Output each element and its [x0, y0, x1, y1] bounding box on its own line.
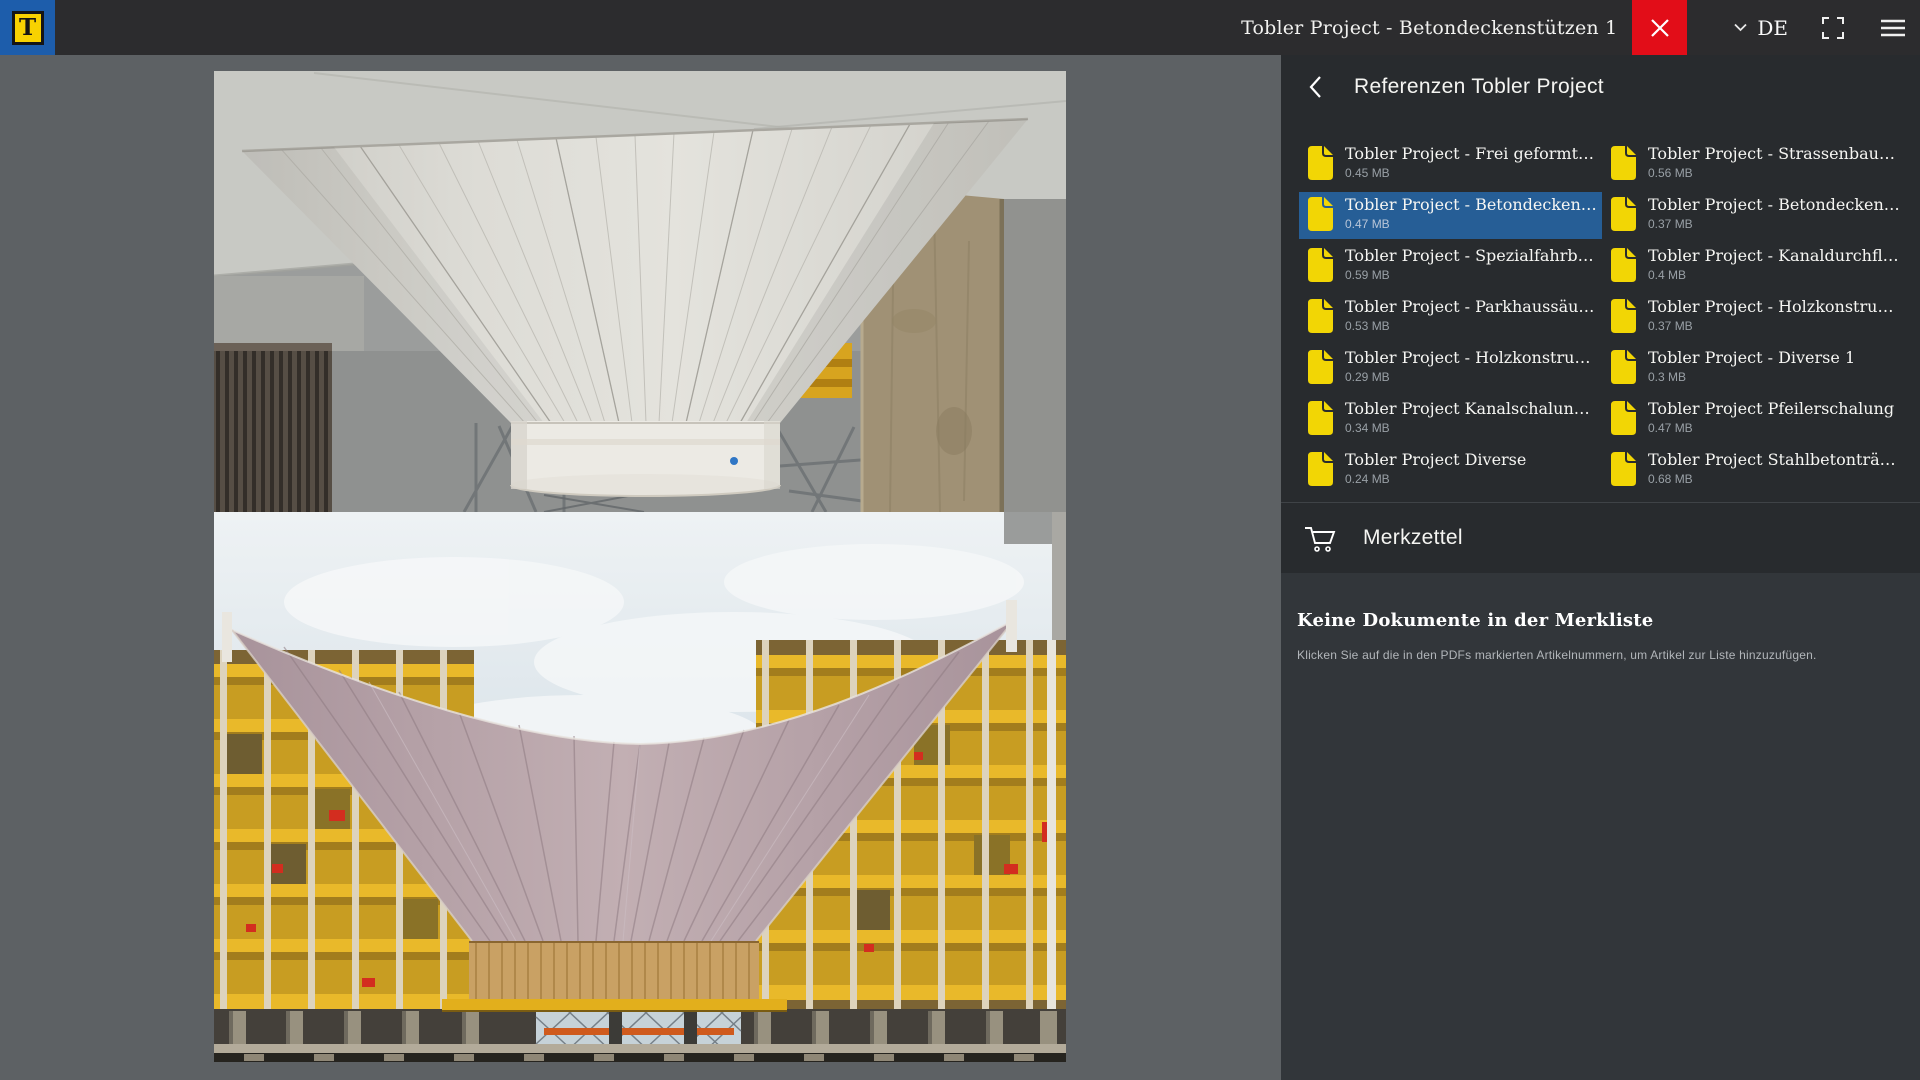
file-name: Tobler Project - Frei geformte… — [1345, 144, 1597, 163]
fullscreen-button[interactable] — [1822, 17, 1844, 39]
file-size: 0.37 MB — [1648, 319, 1900, 333]
file-size: 0.29 MB — [1345, 370, 1597, 384]
language-selector[interactable]: DE — [1734, 16, 1788, 40]
file-grid: Tobler Project - Frei geformte… 0.45 MB T… — [1281, 141, 1920, 494]
logo-letter: T — [12, 11, 44, 45]
document-icon — [1610, 196, 1637, 232]
document-icon — [1307, 349, 1334, 385]
file-item[interactable]: Tobler Project Kanalschalung 2 0.34 MB — [1299, 396, 1602, 443]
merkliste-empty-hint: Klicken Sie auf die in den PDFs markiert… — [1297, 648, 1898, 662]
app-logo[interactable]: T — [0, 0, 55, 55]
file-size: 0.4 MB — [1648, 268, 1900, 282]
file-size: 0.45 MB — [1345, 166, 1597, 180]
back-button[interactable] — [1309, 75, 1322, 99]
sidebar: Referenzen Tobler Project Tobler Project… — [1281, 55, 1920, 1080]
language-label: DE — [1757, 16, 1788, 40]
sidebar-header: Referenzen Tobler Project — [1281, 55, 1920, 119]
sidebar-title: Referenzen Tobler Project — [1354, 75, 1604, 99]
merkzettel-button[interactable]: Merkzettel — [1281, 503, 1920, 573]
file-size: 0.68 MB — [1648, 472, 1900, 486]
file-size: 0.37 MB — [1648, 217, 1900, 231]
chevron-down-icon — [1734, 23, 1747, 32]
file-item[interactable]: Tobler Project - Diverse 1 0.3 MB — [1602, 345, 1905, 392]
fullscreen-icon — [1822, 17, 1844, 39]
file-size: 0.56 MB — [1648, 166, 1900, 180]
file-item[interactable]: Tobler Project - Kanaldurchfluss 0.4 MB — [1602, 243, 1905, 290]
document-icon — [1307, 247, 1334, 283]
file-size: 0.47 MB — [1345, 217, 1597, 231]
file-item[interactable]: Tobler Project - Strassenbau F… 0.56 MB — [1602, 141, 1905, 188]
file-item[interactable]: Tobler Project - Betondecken… 0.37 MB — [1602, 192, 1905, 239]
file-item-selected[interactable]: Tobler Project - Betondecken… 0.47 MB — [1299, 192, 1602, 239]
chevron-left-icon — [1309, 75, 1322, 99]
file-size: 0.53 MB — [1345, 319, 1597, 333]
file-name: Tobler Project - Spezialfahrba… — [1345, 246, 1597, 265]
close-button[interactable] — [1632, 0, 1687, 55]
file-name: Tobler Project - Holzkonstrukt… — [1345, 348, 1597, 367]
merkliste-empty-title: Keine Dokumente in der Merkliste — [1297, 610, 1898, 631]
file-item[interactable]: Tobler Project Pfeilerschalung 0.47 MB — [1602, 396, 1905, 443]
file-item[interactable]: Tobler Project - Spezialfahrba… 0.59 MB — [1299, 243, 1602, 290]
document-icon — [1307, 145, 1334, 181]
document-icon — [1610, 400, 1637, 436]
file-size: 0.47 MB — [1648, 421, 1900, 435]
file-item[interactable]: Tobler Project - Holzkonstrukt… 0.29 MB — [1299, 345, 1602, 392]
menu-button[interactable] — [1881, 19, 1905, 37]
file-name: Tobler Project Pfeilerschalung — [1648, 399, 1900, 418]
file-item[interactable]: Tobler Project - Parkhaussäul… 0.53 MB — [1299, 294, 1602, 341]
file-name: Tobler Project - Diverse 1 — [1648, 348, 1900, 367]
file-item[interactable]: Tobler Project Stahlbetonträger 0.68 MB — [1602, 447, 1905, 494]
file-item[interactable]: Tobler Project - Frei geformte… 0.45 MB — [1299, 141, 1602, 188]
document-icon — [1610, 145, 1637, 181]
file-name: Tobler Project - Strassenbau F… — [1648, 144, 1900, 163]
document-icon — [1307, 196, 1334, 232]
file-name: Tobler Project - Betondecken… — [1648, 195, 1900, 214]
file-size: 0.59 MB — [1345, 268, 1597, 282]
merkzettel-label: Merkzettel — [1363, 526, 1463, 550]
file-name: Tobler Project - Betondecken… — [1345, 195, 1597, 214]
cart-icon — [1303, 523, 1339, 553]
file-size: 0.34 MB — [1345, 421, 1597, 435]
document-icon — [1610, 451, 1637, 487]
file-name: Tobler Project Diverse — [1345, 450, 1597, 469]
file-name: Tobler Project - Parkhaussäul… — [1345, 297, 1597, 316]
document-icon — [1610, 349, 1637, 385]
file-name: Tobler Project Kanalschalung 2 — [1345, 399, 1597, 418]
merkliste-panel: Keine Dokumente in der Merkliste Klicken… — [1281, 573, 1920, 1080]
document-icon — [1307, 451, 1334, 487]
close-icon — [1650, 18, 1670, 38]
document-icon — [1307, 400, 1334, 436]
file-name: Tobler Project - Kanaldurchfluss — [1648, 246, 1900, 265]
file-size: 0.3 MB — [1648, 370, 1900, 384]
file-item[interactable]: Tobler Project - Holzkonstrukt… 0.37 MB — [1602, 294, 1905, 341]
menu-icon — [1881, 19, 1905, 37]
file-size: 0.24 MB — [1345, 472, 1597, 486]
document-icon — [1307, 298, 1334, 334]
top-bar: T Tobler Project - Betondeckenstützen 1 … — [0, 0, 1920, 55]
document-icon — [1610, 247, 1637, 283]
file-name: Tobler Project Stahlbetonträger — [1648, 450, 1900, 469]
document-title: Tobler Project - Betondeckenstützen 1 — [1241, 17, 1617, 39]
file-name: Tobler Project - Holzkonstrukt… — [1648, 297, 1900, 316]
photo-concrete-column — [214, 71, 1066, 512]
document-preview — [214, 71, 1066, 1062]
document-icon — [1610, 298, 1637, 334]
photo-formwork-mould — [214, 512, 1066, 1062]
file-item[interactable]: Tobler Project Diverse 0.24 MB — [1299, 447, 1602, 494]
